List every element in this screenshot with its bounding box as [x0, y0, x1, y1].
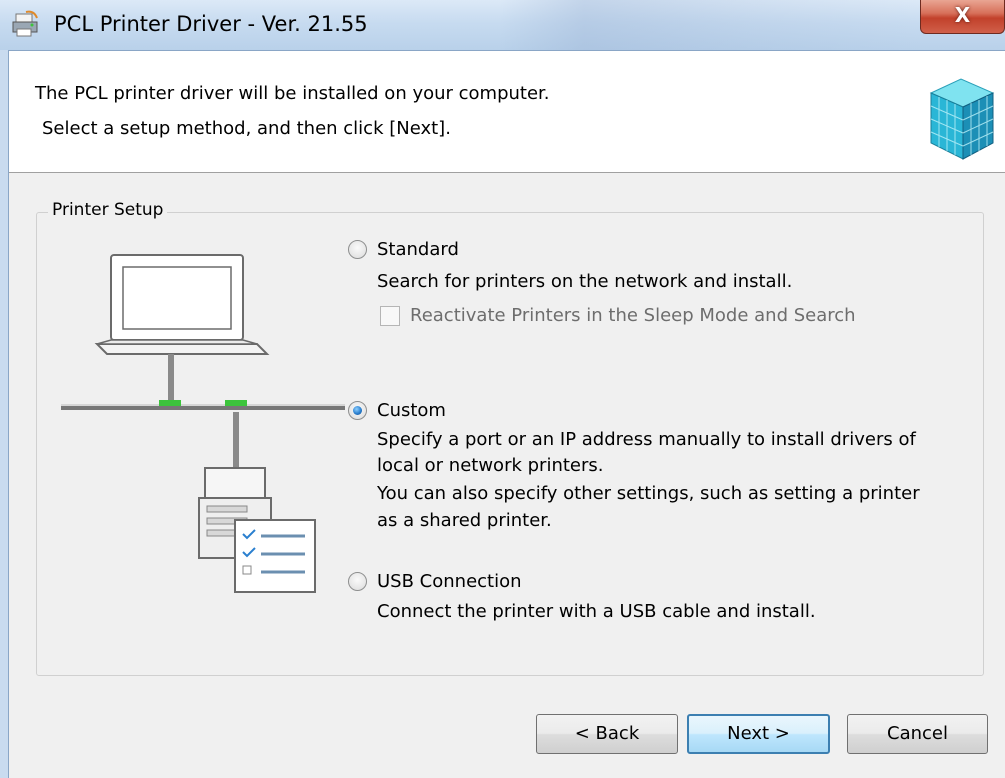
setup-cube-icon: [929, 78, 995, 160]
cancel-button[interactable]: Cancel: [847, 714, 988, 754]
custom-description-line-1: Specify a port or an IP address manually…: [377, 429, 916, 450]
printer-driver-icon[interactable]: [10, 10, 40, 40]
header-instruction: Select a setup method, and then click [N…: [42, 118, 451, 139]
reactivate-sleep-label[interactable]: Reactivate Printers in the Sleep Mode an…: [410, 305, 856, 326]
usb-connection-label[interactable]: USB Connection: [377, 571, 522, 592]
window-frame: [0, 50, 9, 778]
custom-description-line-2: local or network printers.: [377, 455, 604, 476]
header-description: The PCL printer driver will be installed…: [35, 83, 550, 104]
standard-radio[interactable]: [348, 240, 367, 259]
custom-radio[interactable]: [348, 401, 367, 420]
custom-description-line-3: You can also specify other settings, suc…: [377, 483, 920, 504]
network-illustration: [61, 254, 345, 593]
printer-setup-label: Printer Setup: [48, 200, 168, 220]
title-bar[interactable]: PCL Printer Driver - Ver. 21.55 X: [0, 0, 1005, 51]
reactivate-sleep-checkbox[interactable]: [380, 306, 400, 326]
custom-label[interactable]: Custom: [377, 400, 446, 421]
standard-description: Search for printers on the network and i…: [377, 271, 793, 292]
usb-connection-description: Connect the printer with a USB cable and…: [377, 601, 816, 622]
usb-connection-radio[interactable]: [348, 572, 367, 591]
back-button[interactable]: < Back: [536, 714, 678, 754]
close-button[interactable]: X: [920, 0, 1005, 34]
laptop-icon: [94, 254, 270, 355]
standard-label[interactable]: Standard: [377, 239, 459, 260]
next-button[interactable]: Next >: [687, 714, 830, 754]
checklist-icon: [234, 519, 316, 593]
window-title: PCL Printer Driver - Ver. 21.55: [54, 12, 368, 36]
title-bar-background: [500, 0, 920, 50]
wizard-header: The PCL printer driver will be installed…: [9, 51, 1005, 173]
custom-description-line-4: as a shared printer.: [377, 510, 552, 531]
